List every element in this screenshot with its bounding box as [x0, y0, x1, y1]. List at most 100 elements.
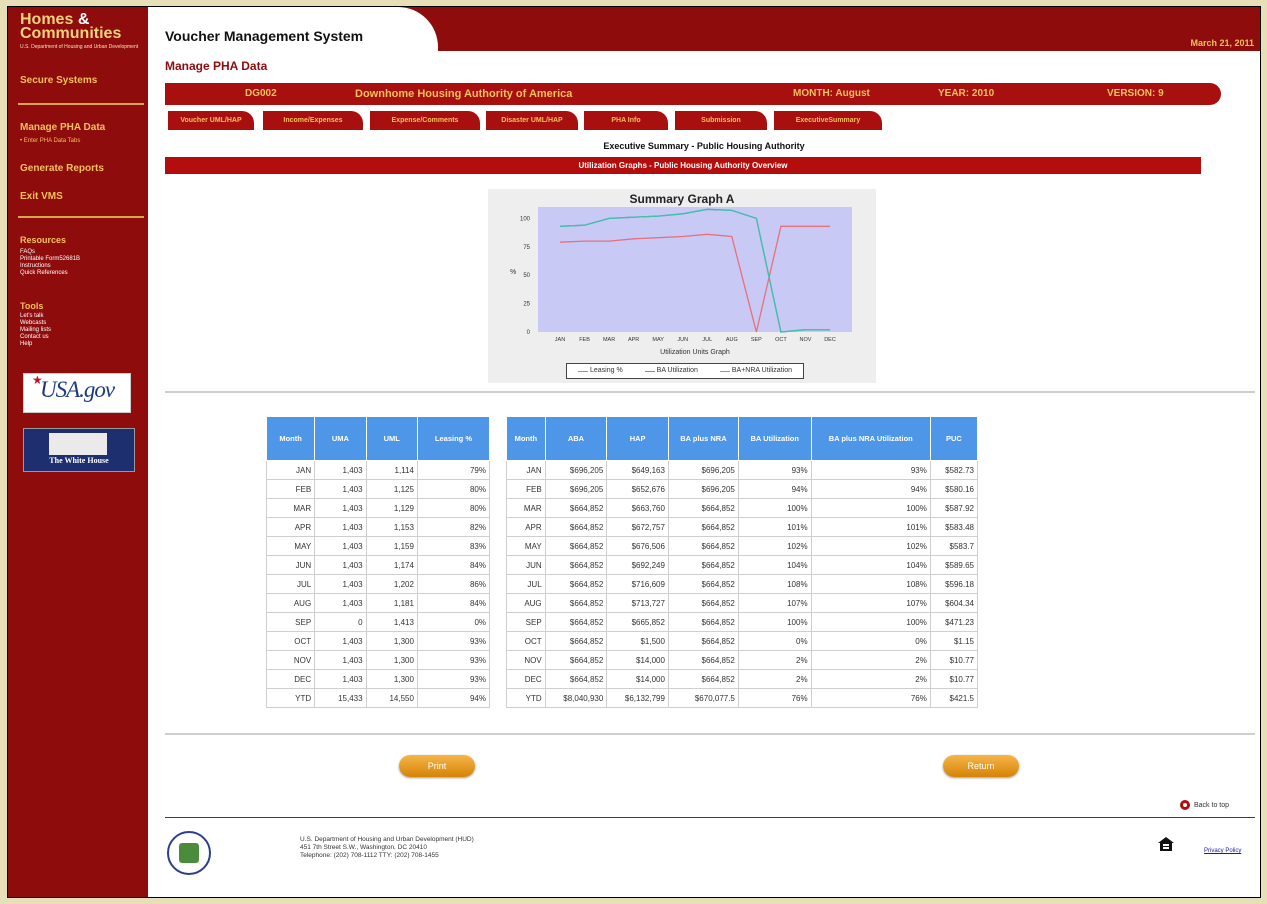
table-cell: $713,727	[606, 593, 669, 613]
footer-line1: U.S. Department of Housing and Urban Dev…	[300, 836, 474, 843]
table-cell: JUL	[265, 574, 316, 594]
tab-expense-comments[interactable]: Expense/Comments	[370, 111, 480, 130]
table-cell: 79%	[416, 460, 491, 480]
right-header: BA plus NRA Utilization	[810, 416, 931, 461]
table-cell: 93%	[416, 631, 491, 651]
table-cell: 1,300	[365, 631, 418, 651]
table-cell: 101%	[810, 517, 931, 537]
tools-contact-link[interactable]: Contact us	[20, 334, 51, 341]
print-button[interactable]: Print	[399, 755, 475, 777]
resources-quickref-link[interactable]: Quick References	[20, 270, 80, 277]
table-cell: $696,205	[544, 479, 608, 499]
table-row: MAY $664,852 $676,506 $664,852 102% 102% $583.…	[506, 536, 979, 556]
white-house-badge[interactable]: The White House	[23, 428, 135, 472]
hud-seal-icon	[167, 831, 211, 875]
table-cell: 86%	[416, 574, 491, 594]
tab-income-expenses[interactable]: Income/Expenses	[263, 111, 363, 130]
table-cell: $10.77	[929, 650, 979, 670]
table-cell: NOV	[265, 650, 316, 670]
table-cell: SEP	[506, 612, 546, 632]
table-cell: $664,852	[667, 669, 739, 689]
x-tick-label: OCT	[775, 337, 787, 343]
back-to-top-label: Back to top	[1194, 801, 1230, 809]
exit-vms-link[interactable]: Exit VMS	[20, 191, 63, 202]
logo-line2: Communities	[20, 25, 122, 42]
table-cell: $664,852	[544, 517, 608, 537]
table-cell: 2%	[810, 650, 931, 670]
x-tick-label: JUL	[702, 337, 712, 343]
resources-list: FAQs Printable Form52681B Instructions Q…	[20, 249, 80, 277]
tab-submission[interactable]: Submission	[675, 111, 767, 130]
table-row: APR 1,403 1,153 82%	[265, 517, 491, 537]
right-header: PUC	[929, 416, 979, 461]
table-cell: MAR	[506, 498, 546, 518]
resources-form-link[interactable]: Printable Form52681B	[20, 256, 80, 263]
tab-executive-summary[interactable]: ExecutiveSummary	[774, 111, 882, 130]
privacy-policy-link[interactable]: Privacy Policy	[1204, 848, 1241, 854]
table-cell: JUN	[265, 555, 316, 575]
tab-disaster-uml-hap[interactable]: Disaster UML/HAP	[486, 111, 578, 130]
table-row: AUG $664,852 $713,727 $664,852 107% 107% $604.…	[506, 593, 979, 613]
x-tick-label: APR	[628, 337, 639, 343]
table-row: JUL 1,403 1,202 86%	[265, 574, 491, 594]
table-cell: $663,760	[606, 498, 669, 518]
table-cell: 94%	[416, 688, 491, 708]
tab-pha-info[interactable]: PHA Info	[584, 111, 668, 130]
current-date: March 21, 2011	[1190, 38, 1254, 48]
tools-webcasts-link[interactable]: Webcasts	[20, 320, 51, 327]
table-cell: 107%	[737, 593, 812, 613]
tools-letstalk-link[interactable]: Let's talk	[20, 313, 51, 320]
table-row: OCT 1,403 1,300 93%	[265, 631, 491, 651]
year-label: YEAR: 2010	[938, 88, 995, 99]
logo-subtitle: U.S. Department of Housing and Urban Dev…	[20, 44, 139, 50]
table-cell: SEP	[265, 612, 316, 632]
table-cell: 1,403	[314, 460, 367, 480]
enter-pha-tabs-link[interactable]: • Enter PHA Data Tabs	[20, 138, 80, 144]
table-cell: NOV	[506, 650, 546, 670]
resources-faqs-link[interactable]: FAQs	[20, 249, 80, 256]
legend-swatch	[644, 370, 655, 372]
tools-mailing-link[interactable]: Mailing lists	[20, 327, 51, 334]
table-cell: 82%	[416, 517, 491, 537]
secure-systems-link[interactable]: Secure Systems	[20, 75, 97, 86]
return-button[interactable]: Return	[943, 755, 1019, 777]
table-cell: 1,403	[314, 517, 367, 537]
table-cell: $696,205	[544, 460, 608, 480]
tab-voucher-uml-hap[interactable]: Voucher UML/HAP	[168, 111, 254, 130]
table-cell: 100%	[737, 612, 812, 632]
tools-list: Let's talk Webcasts Mailing lists Contac…	[20, 313, 51, 348]
table-cell: $672,757	[606, 517, 669, 537]
table-cell: $664,852	[667, 498, 739, 518]
footer-line2: 451 7th Street S.W., Washington, DC 2041…	[300, 844, 427, 851]
generate-reports-link[interactable]: Generate Reports	[20, 163, 104, 174]
table-cell: $664,852	[544, 498, 608, 518]
hud-logo[interactable]: Homes & Communities	[20, 12, 122, 42]
usa-gov-badge[interactable]: ★ USA.gov	[23, 373, 131, 413]
table-row: NOV 1,403 1,300 93%	[265, 650, 491, 670]
table-cell: $664,852	[544, 631, 608, 651]
table-cell: APR	[265, 517, 316, 537]
table-cell: APR	[506, 517, 546, 537]
table-cell: 1,413	[365, 612, 418, 632]
x-tick-label: AUG	[726, 337, 738, 343]
table-row: SEP 0 1,413 0%	[265, 612, 491, 632]
table-cell: 2%	[810, 669, 931, 689]
divider	[165, 733, 1255, 735]
table-cell: $664,852	[667, 650, 739, 670]
tools-help-link[interactable]: Help	[20, 341, 51, 348]
table-cell: YTD	[265, 688, 316, 708]
table-cell: $14,000	[606, 650, 669, 670]
table-row: YTD 15,433 14,550 94%	[265, 688, 491, 708]
pha-name: Downhome Housing Authority of America	[355, 88, 573, 100]
legend-item-ba: BA Utilization	[644, 364, 698, 378]
table-cell: $664,852	[544, 536, 608, 556]
table-row: JUL $664,852 $716,609 $664,852 108% 108% $596.…	[506, 574, 979, 594]
table-cell: $583.7	[929, 536, 979, 556]
left-header: UML	[365, 416, 418, 461]
manage-pha-link[interactable]: Manage PHA Data	[20, 122, 105, 133]
summary-graph: Summary Graph A 0 25 50 75 100% JAN FEB MAR APR M…	[488, 189, 876, 383]
table-cell: $664,852	[544, 650, 608, 670]
legend-label: Leasing %	[589, 367, 623, 374]
resources-instructions-link[interactable]: Instructions	[20, 263, 80, 270]
back-to-top-link[interactable]: Back to top	[1180, 800, 1229, 810]
